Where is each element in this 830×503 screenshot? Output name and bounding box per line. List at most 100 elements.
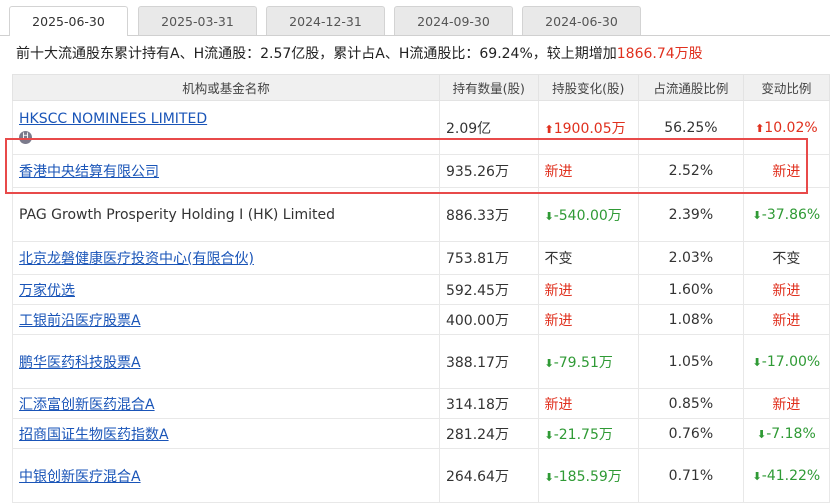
float-ratio: 2.03% <box>638 241 744 275</box>
holder-name: PAG Growth Prosperity Holding I (HK) Lim… <box>19 206 336 223</box>
change-pct-text: 新进 <box>772 312 801 329</box>
holding-change-text: 新进 <box>544 282 573 299</box>
change-pct-text: -7.18% <box>766 425 816 442</box>
table-row: 北京龙磐健康医疗投资中心(有限合伙) 753.81万 不变 2.03% 不变 <box>12 241 830 275</box>
change-pct: ⬇-37.86% <box>742 187 830 242</box>
change-pct: 不变 <box>742 241 830 275</box>
holding-change-text: -79.51万 <box>553 354 613 371</box>
holding-qty: 314.18万 <box>438 388 539 419</box>
holding-change-value: ⬆1900.05万 <box>545 121 626 137</box>
hk-badge-icon: H <box>19 131 32 144</box>
table-row: 鹏华医药科技股票A 388.17万 ⬇-79.51万 1.05% ⬇-17.00% <box>12 334 830 389</box>
change-pct: ⬆10.02% <box>742 100 830 155</box>
change-pct: 新进 <box>742 154 830 188</box>
holder-name-cell: 香港中央结算有限公司 <box>12 154 440 188</box>
holder-name-cell: 北京龙磐健康医疗投资中心(有限合伙) <box>12 241 440 275</box>
float-ratio: 56.25% <box>638 100 744 155</box>
holdings-summary: 前十大流通股东累计持有A、H流通股：2.57亿股，累计占A、H流通股比：69.2… <box>16 43 703 63</box>
arrow-down-icon: ⬇ <box>544 428 554 442</box>
holding-change-value: 新进 <box>545 397 573 413</box>
tab-2024-12-31[interactable]: 2024-12-31 <box>266 6 385 35</box>
tab-2025-06-30[interactable]: 2025-06-30 <box>9 6 128 36</box>
change-pct-value: ⬇-41.22% <box>753 468 821 484</box>
change-pct: 新进 <box>742 274 830 305</box>
holder-name-link[interactable]: 中银创新医疗混合A <box>19 469 141 485</box>
holding-change: ⬇-21.75万 <box>537 418 640 449</box>
holder-name-link[interactable]: 北京龙磐健康医疗投资中心(有限合伙) <box>19 251 254 267</box>
holding-change-value: 不变 <box>545 251 573 267</box>
arrow-down-icon: ⬇ <box>752 469 762 483</box>
holding-change-value: ⬇-185.59万 <box>545 469 622 485</box>
tab-2025-03-31[interactable]: 2025-03-31 <box>138 6 257 35</box>
holding-change-value: 新进 <box>545 283 573 299</box>
holder-name-link[interactable]: 万家优选 <box>19 283 75 299</box>
holding-change-text: 新进 <box>544 164 573 180</box>
holder-name-link[interactable]: 汇添富创新医药混合A <box>19 397 155 413</box>
holder-name-link[interactable]: 工银前沿医疗股票A <box>19 313 141 329</box>
table-row: 汇添富创新医药混合A 314.18万 新进 0.85% 新进 <box>12 388 830 419</box>
holder-name-link[interactable]: 香港中央结算有限公司 <box>19 164 159 180</box>
holding-qty: 753.81万 <box>438 241 539 275</box>
holding-change: ⬇-185.59万 <box>537 448 640 503</box>
holding-qty: 2.09亿 <box>438 100 539 155</box>
shareholders-table: 机构或基金名称 持有数量(股) 持股变化(股) 占流通股比例 变动比例 HKSC… <box>12 74 830 503</box>
holder-name-cell: 工银前沿医疗股票A <box>12 304 440 335</box>
holding-change-text: 不变 <box>544 251 573 267</box>
holding-change-value: ⬇-79.51万 <box>545 355 613 371</box>
arrow-down-icon: ⬇ <box>544 356 554 370</box>
change-pct: ⬇-7.18% <box>742 418 830 449</box>
change-pct-text: 新进 <box>772 164 801 180</box>
holding-change: 新进 <box>537 274 640 305</box>
tab-2024-09-30[interactable]: 2024-09-30 <box>394 6 513 35</box>
change-pct-value: ⬇-17.00% <box>753 354 821 370</box>
change-pct: ⬇-17.00% <box>742 334 830 389</box>
holding-change: 新进 <box>537 388 640 419</box>
holding-change-text: 新进 <box>544 396 573 413</box>
change-pct-text: 不变 <box>772 251 801 267</box>
holding-change-value: ⬇-21.75万 <box>545 427 613 443</box>
change-pct-value: ⬆10.02% <box>755 120 818 136</box>
holder-name-link[interactable]: HKSCC NOMINEES LIMITED <box>19 111 207 127</box>
holder-name-link[interactable]: 鹏华医药科技股票A <box>19 355 141 371</box>
holding-qty: 935.26万 <box>438 154 539 188</box>
header-name: 机构或基金名称 <box>12 74 440 101</box>
holding-change: 不变 <box>537 241 640 275</box>
holding-change-text: -185.59万 <box>553 468 622 485</box>
period-tabs: 2025-06-30 2025-03-31 2024-12-31 2024-09… <box>0 0 830 36</box>
tab-2024-06-30[interactable]: 2024-06-30 <box>522 6 641 35</box>
change-pct: ⬇-41.22% <box>742 448 830 503</box>
change-pct-text: -17.00% <box>761 353 821 370</box>
holder-name-cell: 汇添富创新医药混合A <box>12 388 440 419</box>
holder-name-cell: PAG Growth Prosperity Holding I (HK) Lim… <box>12 187 440 242</box>
holding-change: ⬇-79.51万 <box>537 334 640 389</box>
header-change: 持股变化(股) <box>537 74 640 101</box>
table-row: HKSCC NOMINEES LIMITED H 2.09亿 ⬆1900.05万 56.… <box>12 100 830 155</box>
float-ratio: 2.52% <box>638 154 744 188</box>
holding-qty: 592.45万 <box>438 274 539 305</box>
holding-change: 新进 <box>537 154 640 188</box>
holding-change-text: -21.75万 <box>553 426 613 443</box>
holding-change-value: 新进 <box>545 164 573 180</box>
holder-name-cell: HKSCC NOMINEES LIMITED H <box>12 100 440 155</box>
holder-name-link[interactable]: 招商国证生物医药指数A <box>19 427 169 443</box>
table-row: PAG Growth Prosperity Holding I (HK) Lim… <box>12 187 830 242</box>
arrow-down-icon: ⬇ <box>544 470 554 484</box>
holding-change: 新进 <box>537 304 640 335</box>
holding-qty: 264.64万 <box>438 448 539 503</box>
change-pct-value: ⬇-37.86% <box>753 207 821 223</box>
table-row: 工银前沿医疗股票A 400.00万 新进 1.08% 新进 <box>12 304 830 335</box>
summary-increase: 1866.74万股 <box>616 46 703 62</box>
change-pct-value: 新进 <box>772 397 800 413</box>
float-ratio: 1.05% <box>638 334 744 389</box>
float-ratio: 2.39% <box>638 187 744 242</box>
change-pct-value: 不变 <box>772 251 800 267</box>
arrow-up-icon: ⬆ <box>544 122 554 136</box>
table-row: 中银创新医疗混合A 264.64万 ⬇-185.59万 0.71% ⬇-41.22% <box>12 448 830 503</box>
table-row: 招商国证生物医药指数A 281.24万 ⬇-21.75万 0.76% ⬇-7.18% <box>12 418 830 449</box>
change-pct-value: 新进 <box>772 313 800 329</box>
float-ratio: 1.08% <box>638 304 744 335</box>
arrow-down-icon: ⬇ <box>757 427 767 441</box>
float-ratio: 1.60% <box>638 274 744 305</box>
arrow-down-icon: ⬇ <box>752 208 762 222</box>
holding-change-text: 新进 <box>544 312 573 329</box>
